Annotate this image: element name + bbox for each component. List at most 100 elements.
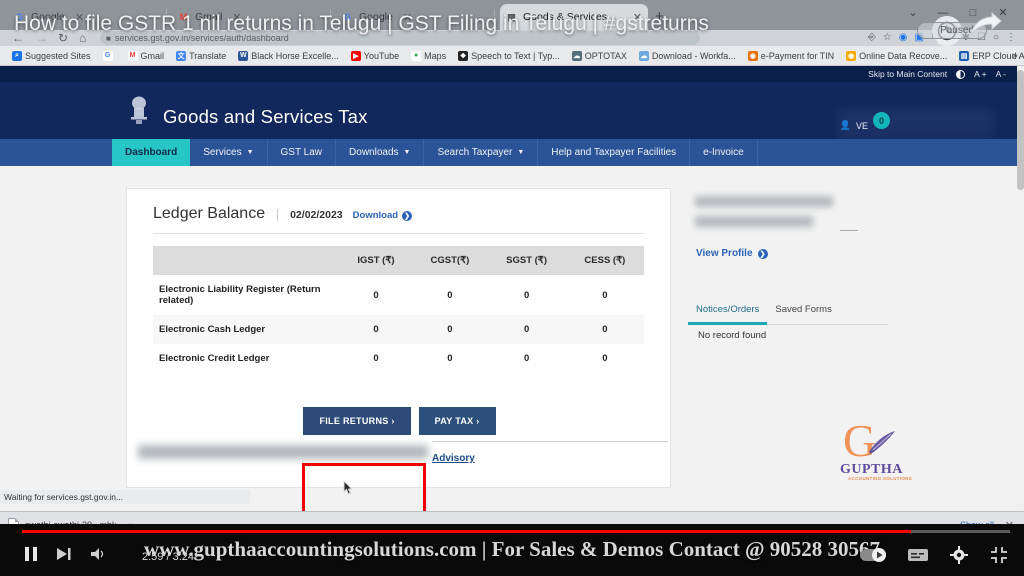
bookmarks-overflow-icon[interactable]: » [1012,50,1018,62]
star-icon[interactable]: ☆ [883,32,892,43]
menu-kebab-icon[interactable]: ⋮ [1006,32,1016,43]
cell-cess: 0 [602,353,608,364]
orange-icon: ◉ [747,50,758,61]
blurred-text [138,445,428,459]
cell-sgst: 0 [523,289,530,301]
video-time-display: 2:59 / 3:24 [142,550,194,563]
bookmark-item[interactable]: W Black Horse Excelle... [232,50,345,61]
file-returns-button[interactable]: FILE RETURNS › [303,407,411,435]
cell-igst: 0 [373,289,379,301]
bookmark-label: OPTOTAX [584,50,627,61]
nav-item-dashboard[interactable]: Dashboard [112,139,191,166]
cell-cgst: 0 [447,353,453,364]
bookmark-item[interactable]: ◉ Online Data Recove... [840,50,953,61]
col-header-blank [153,246,340,275]
ledger-table: IGST (₹) CGST(₹) SGST (₹) CESS (₹) Elect… [153,246,644,373]
download-link[interactable]: Download ❯ [352,210,413,221]
user-menu[interactable]: 👤 VE [840,120,868,131]
browser-status-bar: Waiting for services.gst.gov.in... [0,490,250,504]
row-label: Electronic Credit Ledger [159,353,270,364]
user-avatar-icon: 👤 [839,120,851,130]
view-profile-link[interactable]: View Profile ❯ [696,248,768,259]
cell-cess: 0 [565,315,644,344]
bookmark-item[interactable]: 文 Translate [170,50,232,61]
ledger-date: 02/02/2023 [277,209,343,221]
next-icon[interactable] [56,547,72,566]
tab-saved-forms[interactable]: Saved Forms [767,298,888,325]
font-decrease-button[interactable]: A - [996,69,1006,79]
col-header-cgst: CGST(₹) [412,246,488,275]
nav-label: GST Law [280,147,323,158]
bookmark-label: Speech to Text | Typ... [471,50,560,61]
nav-label: Downloads [349,147,399,158]
settings-gear-icon[interactable] [950,546,968,569]
page-scrollbar-thumb[interactable] [1017,70,1024,190]
volume-icon[interactable] [90,547,108,566]
nav-item-search-taxpayer[interactable]: Search Taxpayer ▼ [424,139,539,166]
bookmarks-bar: ⌕ Suggested Sites G M Gmail 文 Translate W Bl… [0,46,1024,66]
cell-cess: 0 [602,289,608,301]
exit-fullscreen-icon[interactable] [990,546,1008,569]
view-profile-label: View Profile [696,248,753,259]
table-row: Electronic Cash Ledger 0 0 0 0 [153,315,644,344]
video-progress-fill [22,530,912,533]
table-row: Electronic Liability Register (Return re… [153,275,644,315]
contrast-toggle-icon[interactable] [956,69,966,79]
col-header-cess: CESS (₹) [565,246,644,275]
divider [432,441,668,442]
cell-cgst: 0 [447,289,453,301]
gst-header: Goods and Services Tax 👤 VE 0 [0,82,1018,143]
bookmark-item[interactable]: M Gmail [122,50,171,61]
logo-tagline: ACCOUNTING SOLUTIONS [848,476,912,481]
ledger-action-buttons: FILE RETURNS › PAY TAX › [127,407,672,435]
chevron-right-circle-icon: ❯ [402,210,413,221]
bookmark-item[interactable]: ▶ YouTube [345,50,405,61]
bookmark-item[interactable]: G [97,50,122,61]
blurred-gstin [695,196,833,207]
skip-to-main-content-link[interactable]: Skip to Main Content [868,69,947,79]
autoplay-icon[interactable] [860,547,886,568]
nav-label: Search Taxpayer [437,147,513,158]
bookmark-label: Online Data Recove... [859,50,948,61]
bookmark-label: Gmail [140,50,165,61]
mouse-cursor-pointer [341,479,354,496]
extension-blue-icon[interactable]: ◉ [899,32,908,43]
subtitles-icon[interactable] [908,548,928,567]
bookmark-label: Black Horse Excelle... [251,50,339,61]
nav-item-e-invoice[interactable]: e-Invoice [690,139,758,166]
nav-label: Services [203,147,242,158]
tab-search-icon[interactable]: ⌄ [898,6,928,19]
bookmark-item[interactable]: ❖ Speech to Text | Typ... [452,50,566,61]
nav-item-help[interactable]: Help and Taxpayer Facilities [538,139,691,166]
cart-count-badge[interactable]: 0 [873,112,890,129]
bookmark-label: Translate [189,50,227,61]
share-icon[interactable]: ⎆ [868,32,876,43]
row-label: Electronic Liability Register (Return re… [159,284,321,306]
font-increase-button[interactable]: A + [974,69,987,79]
bookmark-item[interactable]: ☁ OPTOTAX [566,50,633,61]
bookmark-item[interactable]: ● Maps [405,50,452,61]
nav-item-services[interactable]: Services ▼ [190,139,268,166]
bookmark-label: e-Payment for TIN [760,50,835,61]
chevron-down-icon: ▼ [403,149,411,156]
share-arrow-icon[interactable] [968,11,1002,43]
disc-icon: ◉ [846,50,857,61]
cell-sgst: 0 [523,353,530,364]
nav-item-downloads[interactable]: Downloads ▼ [336,139,425,166]
tab-notices-orders[interactable]: Notices/Orders [688,298,768,325]
bookmark-item[interactable]: ☁ Download - Workfa... [633,50,742,61]
maps-pin-icon: ● [411,50,422,61]
bookmark-item[interactable]: ⌕ Suggested Sites [6,50,97,61]
advisory-link[interactable]: Advisory [432,453,475,464]
download-label: Download [352,210,399,221]
nav-item-gst-law[interactable]: GST Law [268,139,337,166]
translate-icon: 文 [176,50,187,61]
bookmark-label: Maps [424,50,447,61]
page-title: Goods and Services Tax [163,106,368,127]
video-progress-track[interactable] [22,530,1010,533]
pause-icon[interactable] [24,546,38,567]
gst-main-nav: Dashboard Services ▼ GST Law Downloads ▼ S… [0,139,1018,166]
gmail-icon: M [127,50,138,61]
bookmark-item[interactable]: ◉ e-Payment for TIN [742,50,840,61]
pay-tax-button[interactable]: PAY TAX › [418,407,496,435]
